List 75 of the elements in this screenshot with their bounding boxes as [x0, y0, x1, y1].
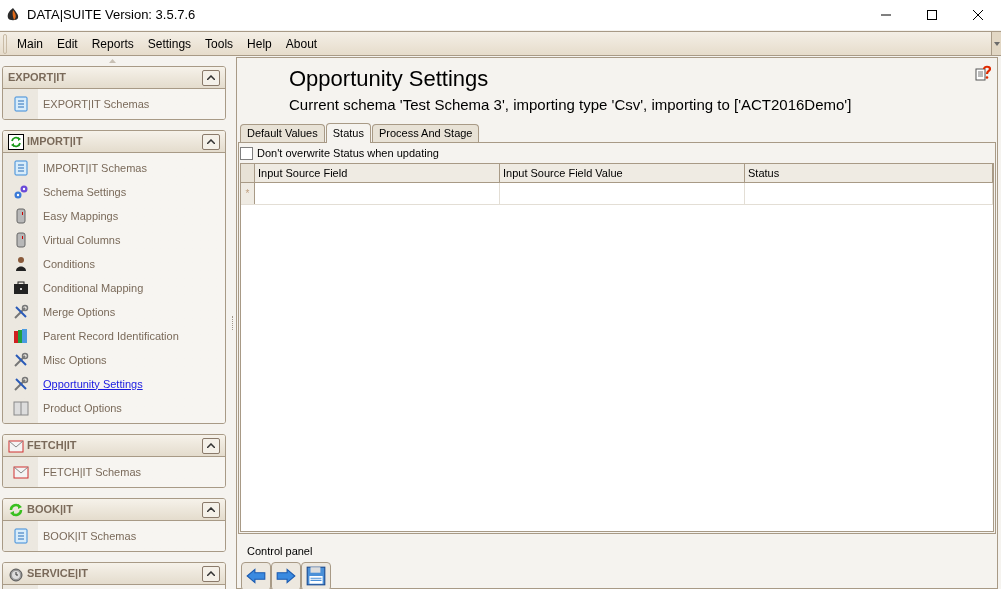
sidebar-item[interactable]: Opportunity Settings	[43, 375, 143, 393]
sidebar-item[interactable]: Conditions	[43, 255, 95, 273]
checkbox[interactable]	[240, 146, 253, 160]
box-icon	[12, 400, 29, 416]
column-header[interactable]: Input Source Field	[255, 164, 500, 182]
sidebar-item[interactable]: Product Options	[43, 399, 122, 417]
collapse-button[interactable]	[202, 133, 220, 150]
gears-icon	[12, 184, 29, 200]
sidebar-item[interactable]: Conditional Mapping	[43, 279, 144, 297]
tools-icon	[12, 376, 29, 392]
control-panel-label: Control panel	[247, 544, 314, 559]
tab[interactable]: Process And Stage	[371, 124, 480, 142]
list-icon	[12, 160, 29, 176]
sidebar-item[interactable]: EXPORT|IT Schemas	[43, 95, 150, 113]
tab[interactable]: Status	[325, 123, 371, 143]
save-button[interactable]	[301, 561, 331, 589]
page-title: Opportunity Settings	[289, 65, 489, 93]
refresh-icon	[8, 501, 24, 518]
maximize-icon	[927, 10, 937, 20]
list-icon	[12, 528, 29, 544]
sidebar-item[interactable]: FETCH|IT Schemas	[43, 463, 141, 481]
panel-title: FETCH|IT	[27, 438, 77, 454]
back-button[interactable]	[241, 561, 271, 589]
menu-overflow-button[interactable]	[991, 32, 1001, 55]
menu-item[interactable]: Edit	[50, 32, 85, 55]
column-header[interactable]: Input Source Field Value	[500, 164, 745, 182]
menu-item[interactable]: Settings	[140, 32, 199, 55]
back-arrow-icon	[245, 565, 267, 587]
forward-button[interactable]	[271, 561, 301, 589]
sidebar-item[interactable]: IMPORT|IT Schemas	[43, 159, 147, 177]
menu-item[interactable]: About	[278, 32, 325, 55]
page-subtitle: Current schema 'Test Schema 3', importing type 'Csv', importing to ['ACT2016Demo']	[289, 95, 852, 115]
refresh-icon	[8, 133, 24, 150]
list-icon	[12, 96, 29, 112]
checkbox-label: Don't overwrite Status when updating	[257, 145, 439, 161]
briefcase-icon	[12, 280, 29, 296]
collapse-button[interactable]	[202, 437, 220, 454]
chevron-icon	[207, 443, 215, 448]
sidebar-item[interactable]: Virtual Columns	[43, 231, 121, 249]
forward-arrow-icon	[275, 565, 297, 587]
close-icon	[973, 10, 983, 20]
menu-item[interactable]: Tools	[198, 32, 241, 55]
mail-icon	[8, 437, 24, 454]
menu-item[interactable]: Main	[10, 32, 50, 55]
chevron-icon	[207, 139, 215, 144]
collapse-button[interactable]	[202, 565, 220, 582]
new-row-marker: *	[245, 187, 250, 201]
app-logo-icon	[7, 8, 19, 22]
chevron-icon	[207, 507, 215, 512]
books-icon	[12, 328, 29, 344]
panel-title: SERVICE|IT	[27, 566, 88, 582]
mail-icon	[12, 464, 29, 480]
window-title: DATA|SUITE Version: 3.5.7.6	[27, 6, 196, 25]
panel-title: BOOK|IT	[27, 502, 73, 518]
panel-title: EXPORT|IT	[8, 70, 67, 86]
help-icon[interactable]	[975, 65, 991, 81]
sidebar-item[interactable]: Parent Record Identification	[43, 327, 179, 345]
chevron-icon	[207, 571, 215, 576]
panel-title: IMPORT|IT	[27, 134, 83, 150]
tools-icon	[12, 352, 29, 368]
alarm-clock-icon	[8, 565, 24, 582]
column-header[interactable]: Status	[745, 164, 993, 182]
tab[interactable]: Default Values	[240, 124, 325, 142]
chevron-icon	[207, 75, 215, 80]
collapse-button[interactable]	[202, 69, 220, 86]
collapse-button[interactable]	[202, 501, 220, 518]
sidebar-item[interactable]: BOOK|IT Schemas	[43, 527, 137, 545]
sidebar-item[interactable]: Merge Options	[43, 303, 116, 321]
tools-icon	[12, 304, 29, 320]
dropdown-arrow-icon	[993, 41, 1000, 46]
sidebar-item[interactable]: Easy Mappings	[43, 207, 119, 225]
menu-item[interactable]: Help	[240, 32, 279, 55]
sidebar-item[interactable]: Schema Settings	[43, 183, 127, 201]
menu-item[interactable]: Reports	[84, 32, 141, 55]
sidebar-item[interactable]: Misc Options	[43, 351, 107, 369]
